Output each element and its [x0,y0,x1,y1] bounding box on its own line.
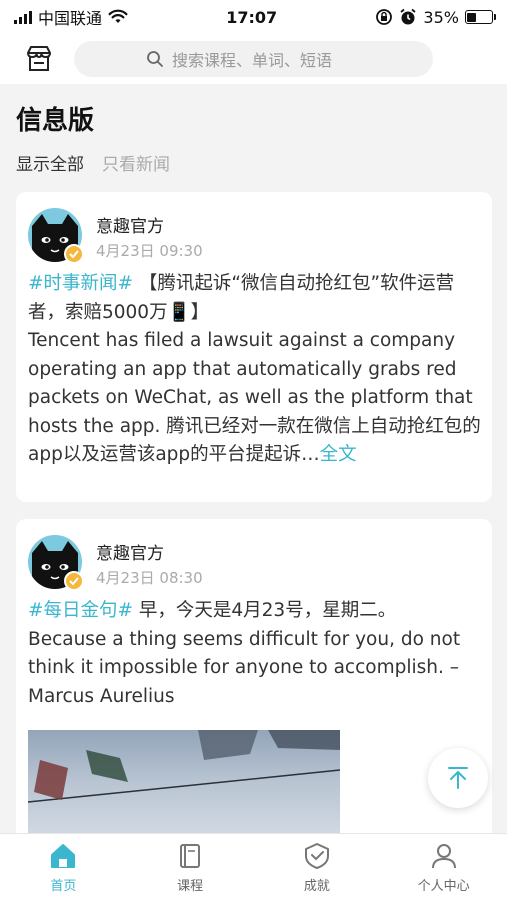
badge-icon [304,842,329,869]
read-more-link[interactable]: 全文 [320,444,357,465]
post-image[interactable] [28,730,340,833]
search-placeholder: 搜索课程、单词、短语 [172,51,333,70]
post-headline: 早，今天是4月23号，星期二。 [133,600,397,621]
arrow-up-icon [448,767,468,789]
tab-achievements[interactable]: 成就 [254,834,381,900]
topic-tag[interactable]: #每日金句# [28,600,133,621]
topic-tag[interactable]: #时事新闻# [28,273,133,294]
rotation-lock-icon [376,9,393,25]
search-icon [147,51,163,67]
tab-home-label: 首页 [50,878,77,894]
post-body[interactable]: #时事新闻# 【腾讯起诉“微信自动抢红包”软件运营者，索赔5000万📱】 Ten… [28,270,484,470]
status-bar: 中国联通 17:07 35% [0,0,507,34]
book-icon [180,843,201,868]
tab-courses[interactable]: 课程 [127,834,254,900]
post-text-en: Because a thing seems difficult for you,… [28,628,461,707]
battery-percent: 35% [423,7,459,27]
author-name[interactable]: 意趣官方 [96,212,164,237]
post-body[interactable]: #每日金句# 早，今天是4月23号，星期二。 Because a thing s… [28,597,484,711]
user-icon [431,843,456,868]
alarm-icon [400,8,416,25]
post-time: 4月23日 09:30 [96,242,203,260]
post-text-en: Tencent has filed a lawsuit against a co… [28,330,481,465]
tab-achievements-label: 成就 [303,878,330,894]
battery-icon [464,10,496,24]
filter-all[interactable]: 显示全部 [16,150,84,175]
post-card[interactable]: 意趣官方 4月23日 08:30 #每日金句# 早，今天是4月23号，星期二。 … [16,519,492,833]
signal-icon [14,10,32,24]
verified-badge-icon [64,571,84,591]
status-left: 中国联通 [14,5,128,29]
tab-profile-label: 个人中心 [417,878,470,894]
top-bar: 搜索课程、单词、短语 [0,34,507,84]
search-input[interactable]: 搜索课程、单词、短语 [74,41,433,77]
back-to-top-button[interactable] [428,748,488,808]
status-right: 35% [375,7,496,27]
tab-profile[interactable]: 个人中心 [380,834,507,900]
wifi-icon [108,9,128,23]
page-title: 信息版 [16,106,95,136]
home-icon [51,843,76,868]
post-time: 4月23日 08:30 [96,569,203,587]
store-icon[interactable] [24,44,54,74]
tab-home[interactable]: 首页 [0,834,127,900]
filter-news[interactable]: 只看新闻 [102,150,170,175]
feed-content[interactable]: 信息版 显示全部 只看新闻 意趣官方 4月23日 09:30 #时事新闻# 【腾… [0,84,507,833]
post-card[interactable]: 意趣官方 4月23日 09:30 #时事新闻# 【腾讯起诉“微信自动抢红包”软件… [16,192,492,502]
author-name[interactable]: 意趣官方 [96,539,164,564]
verified-badge-icon [64,244,84,264]
tab-bar: 首页 课程 成就 个人中心 [0,833,507,900]
prayer-flags-photo [28,730,340,803]
carrier-label: 中国联通 [38,9,103,28]
feed-filters: 显示全部 只看新闻 [16,150,170,175]
clock: 17:07 [226,7,278,27]
tab-courses-label: 课程 [177,878,204,894]
